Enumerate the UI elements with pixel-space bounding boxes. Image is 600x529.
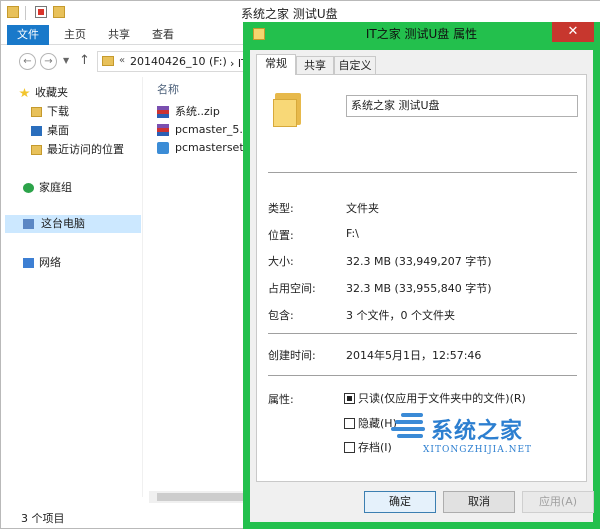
name-text: 测试U盘 xyxy=(395,99,440,112)
size-on-disk-label: 占用空间: xyxy=(268,282,316,295)
sidebar-item-label: 桌面 xyxy=(47,124,69,137)
file-list: 名称 系统..zip pcmaster_5.13 pcmastersetup xyxy=(149,77,258,497)
tab-home[interactable]: 主页 xyxy=(57,25,93,45)
cancel-button[interactable]: 取消 xyxy=(443,491,515,513)
dialog-body: 常规 共享 自定义 系统之家 测试U盘 类型: 文件夹 位置: F:\ 大小: … xyxy=(250,50,594,522)
archive-label: 存档(I) xyxy=(358,441,392,454)
readonly-checkbox[interactable] xyxy=(344,393,355,404)
watermark-bars-icon xyxy=(391,413,427,441)
type-value: 文件夹 xyxy=(346,202,379,215)
created-value: 2014年5月1日，12:57:46 xyxy=(346,349,482,362)
ok-button[interactable]: 确定 xyxy=(364,491,436,513)
archive-checkbox[interactable] xyxy=(344,442,355,453)
watermark-text: 系统之家 xyxy=(431,419,524,444)
folder-name-input[interactable]: 系统之家 测试U盘 xyxy=(346,95,578,117)
tab-sharing[interactable]: 共享 xyxy=(296,56,334,74)
sidebar-item-label: 网络 xyxy=(39,256,61,269)
horizontal-scrollbar[interactable] xyxy=(149,491,249,503)
type-label: 类型: xyxy=(268,202,294,215)
tab-view[interactable]: 查看 xyxy=(145,25,181,45)
tab-customize[interactable]: 自定义 xyxy=(334,56,376,74)
sidebar-item-label: 最近访问的位置 xyxy=(47,143,124,156)
sidebar-item-label: 下载 xyxy=(47,105,69,118)
dialog-title: IT之家 测试U盘 属性 xyxy=(365,27,478,41)
sidebar-item-label: 这台电脑 xyxy=(41,217,85,230)
computer-icon xyxy=(23,219,34,229)
new-folder-icon[interactable] xyxy=(53,6,65,18)
breadcrumb-drive[interactable]: 20140426_10 (F:) xyxy=(130,55,227,68)
folder-icon xyxy=(102,56,114,66)
attributes-label: 属性: xyxy=(268,393,294,406)
homegroup-icon xyxy=(23,183,34,193)
size-value: 32.3 MB (33,949,207 字节) xyxy=(346,255,492,268)
recent-places-icon xyxy=(31,145,42,155)
contains-label: 包含: xyxy=(268,309,294,322)
navigation-pane: 收藏夹 下载 桌面 最近访问的位置 家庭组 这台电脑 网络 xyxy=(1,77,143,497)
item-count: 3 个项目 xyxy=(21,512,65,525)
name-seal-text: 系统之家 xyxy=(351,99,395,112)
sidebar-item-this-pc[interactable]: 这台电脑 xyxy=(5,215,141,233)
properties-dialog: IT之家 测试U盘 属性 ✕ 常规 共享 自定义 系统之家 测试U盘 类型: 文… xyxy=(243,22,600,529)
star-icon xyxy=(19,88,30,98)
readonly-label: 只读(仅应用于文件夹中的文件)(R) xyxy=(358,392,526,405)
tab-file[interactable]: 文件 xyxy=(7,25,49,45)
up-arrow-icon[interactable]: ↑ xyxy=(79,53,90,68)
sidebar-item-label: 收藏夹 xyxy=(35,86,68,99)
status-bar: 3 个项目 xyxy=(1,506,251,528)
close-icon: ✕ xyxy=(567,24,579,39)
divider xyxy=(268,172,577,173)
watermark-url: XITONGZHIJIA.NET xyxy=(423,445,533,455)
breadcrumb-separator: › xyxy=(230,57,235,70)
explorer-title: 系统之家 测试U盘 xyxy=(241,7,338,21)
archive-icon xyxy=(157,106,169,118)
forward-button[interactable]: → xyxy=(40,53,57,70)
file-name: 系统..zip xyxy=(175,105,220,118)
properties-icon[interactable] xyxy=(35,6,47,18)
close-button[interactable]: ✕ xyxy=(552,22,594,42)
divider xyxy=(268,375,577,376)
tab-share[interactable]: 共享 xyxy=(101,25,137,45)
apply-button[interactable]: 应用(A) xyxy=(522,491,594,513)
archive-icon xyxy=(157,124,169,136)
scrollbar-thumb[interactable] xyxy=(157,493,249,501)
size-label: 大小: xyxy=(268,255,294,268)
downloads-folder-icon xyxy=(31,107,42,117)
back-button[interactable]: ← xyxy=(19,53,36,70)
address-input[interactable]: « 20140426_10 (F:) › IT之 xyxy=(97,51,259,72)
column-header-name[interactable]: 名称 xyxy=(157,81,179,97)
folder-icon xyxy=(273,91,301,127)
breadcrumb-overflow[interactable]: « xyxy=(119,55,125,66)
contains-value: 3 个文件，0 个文件夹 xyxy=(346,309,455,322)
general-tab-panel: 系统之家 测试U盘 类型: 文件夹 位置: F:\ 大小: 32.3 MB (3… xyxy=(256,74,587,482)
desktop-icon xyxy=(31,126,42,136)
size-on-disk-value: 32.3 MB (33,955,840 字节) xyxy=(346,282,492,295)
network-icon xyxy=(23,258,34,268)
divider xyxy=(268,333,577,334)
installer-icon xyxy=(157,142,169,154)
quick-access-divider xyxy=(25,6,26,20)
recent-locations-chevron-icon[interactable]: ▼ xyxy=(63,56,69,65)
watermark-logo: 系统之家 XITONGZHIJIA.NET xyxy=(391,407,561,467)
location-label: 位置: xyxy=(268,229,294,242)
sidebar-item-label: 家庭组 xyxy=(39,181,72,194)
tab-general[interactable]: 常规 xyxy=(256,54,296,75)
location-value: F:\ xyxy=(346,227,359,240)
folder-icon[interactable] xyxy=(7,6,19,18)
created-label: 创建时间: xyxy=(268,349,316,362)
hidden-checkbox[interactable] xyxy=(344,418,355,429)
